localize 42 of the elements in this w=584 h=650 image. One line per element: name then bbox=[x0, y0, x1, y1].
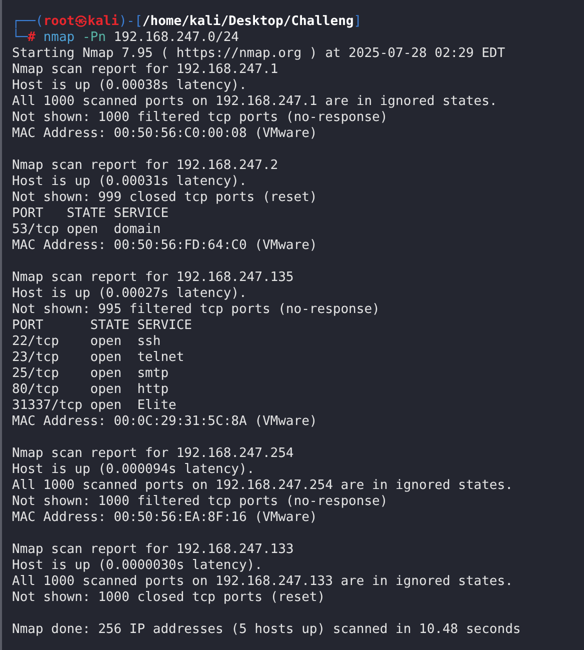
command-option: -Pn bbox=[82, 30, 106, 45]
prompt-symbol: # bbox=[28, 30, 36, 45]
output-line: Host is up (0.000094s latency). bbox=[12, 462, 255, 477]
output-line: Host is up (0.0000030s latency). bbox=[12, 558, 262, 573]
output-line: Nmap scan report for 192.168.247.1 bbox=[12, 62, 278, 77]
output-line: Not shown: 999 closed tcp ports (reset) bbox=[12, 190, 318, 205]
output-line: MAC Address: 00:50:56:C0:00:08 (VMware) bbox=[12, 126, 318, 141]
output-line: 31337/tcp open Elite bbox=[12, 398, 176, 413]
prompt-decoration: ] bbox=[354, 14, 362, 29]
output-line: All 1000 scanned ports on 192.168.247.254 are in ignored states. bbox=[12, 478, 513, 493]
output-line: Host is up (0.00027s latency). bbox=[12, 286, 247, 301]
command-argument: 192.168.247.0/24 bbox=[114, 30, 239, 45]
output-line: MAC Address: 00:0C:29:31:5C:8A (VMware) bbox=[12, 414, 318, 429]
output-line: 23/tcp open telnet bbox=[12, 350, 184, 365]
output-line: Not shown: 1000 closed tcp ports (reset) bbox=[12, 590, 326, 605]
output-line: Nmap scan report for 192.168.247.133 bbox=[12, 542, 294, 557]
output-line: 25/tcp open smtp bbox=[12, 366, 169, 381]
output-line: MAC Address: 00:50:56:FD:64:C0 (VMware) bbox=[12, 238, 318, 253]
prompt-decoration: └─ bbox=[12, 30, 28, 45]
output-line: Nmap scan report for 192.168.247.135 bbox=[12, 270, 294, 285]
output-line: Host is up (0.00038s latency). bbox=[12, 78, 247, 93]
prompt-decoration: )-[ bbox=[118, 14, 142, 29]
output-line: All 1000 scanned ports on 192.168.247.133 are in ignored states. bbox=[12, 574, 513, 589]
output-line: All 1000 scanned ports on 192.168.247.1 are in ignored states. bbox=[12, 94, 498, 109]
output-line: Nmap scan report for 192.168.247.254 bbox=[12, 446, 294, 461]
prompt-user-host: root㉿kali bbox=[43, 14, 119, 29]
output-line: MAC Address: 00:50:56:EA:8F:16 (VMware) bbox=[12, 510, 318, 525]
output-line: 53/tcp open domain bbox=[12, 222, 161, 237]
output-line: Starting Nmap 7.95 ( https://nmap.org ) at 2025-07-28 02:29 EDT bbox=[12, 46, 506, 61]
command-name: nmap bbox=[43, 30, 75, 45]
output-line: 22/tcp open ssh bbox=[12, 334, 161, 349]
output-line: Not shown: 1000 filtered tcp ports (no-response) bbox=[12, 494, 388, 509]
prompt-path: /home/kali/Desktop/Challeng bbox=[142, 14, 354, 29]
output-line: PORT STATE SERVICE bbox=[12, 206, 169, 221]
prompt-decoration: ┌──( bbox=[12, 14, 44, 29]
output-line: Nmap done: 256 IP addresses (5 hosts up) scanned in 10.48 seconds bbox=[12, 622, 521, 637]
output-line: Host is up (0.00031s latency). bbox=[12, 174, 247, 189]
output-line: Nmap scan report for 192.168.247.2 bbox=[12, 158, 278, 173]
output-line: Not shown: 1000 filtered tcp ports (no-response) bbox=[12, 110, 388, 125]
output-line: PORT STATE SERVICE bbox=[12, 318, 192, 333]
output-line: 80/tcp open http bbox=[12, 382, 169, 397]
output-line: Not shown: 995 filtered tcp ports (no-response) bbox=[12, 302, 380, 317]
